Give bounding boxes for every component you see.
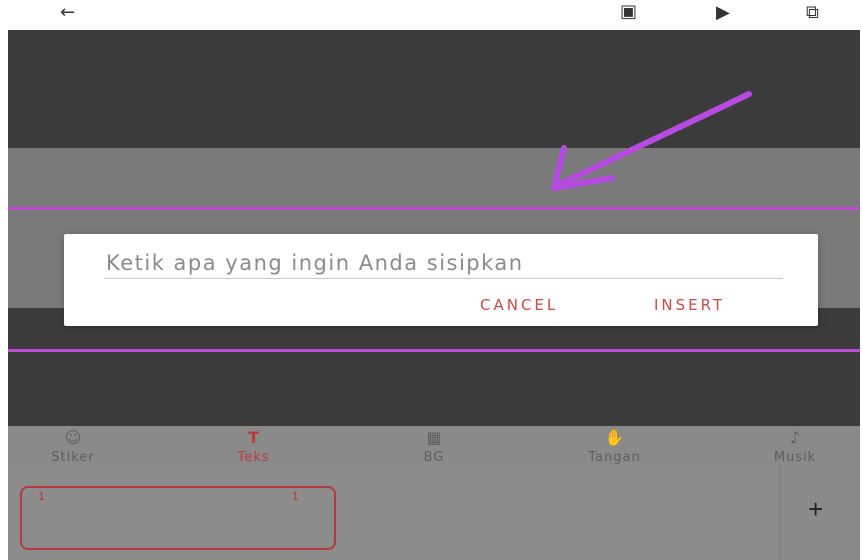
insert-text-dialog: CANCEL INSERT	[64, 234, 818, 326]
bottom-tab-bar: ☺ Stiker T Teks ▦ BG ✋ Tangan ♪ Musik	[8, 426, 860, 466]
save-icon[interactable]: ▣	[620, 3, 637, 21]
hand-icon: ✋	[604, 428, 625, 447]
cancel-button[interactable]: CANCEL	[480, 296, 558, 314]
tab-label: Teks	[237, 450, 270, 465]
tab-musik[interactable]: ♪ Musik	[730, 426, 860, 466]
tab-bg[interactable]: ▦ BG	[369, 426, 499, 466]
add-clip-button[interactable]: +	[808, 496, 823, 522]
clip-end-mark: 1	[292, 490, 299, 503]
image-icon: ▦	[426, 428, 442, 447]
text-icon: T	[248, 428, 259, 447]
tab-stiker[interactable]: ☺ Stiker	[8, 426, 138, 466]
tab-teks[interactable]: T Teks	[189, 426, 319, 466]
insert-button[interactable]: INSERT	[654, 296, 725, 314]
tab-label: Tangan	[588, 450, 641, 465]
app-frame: ← ▣ ▶ ⧉ CANCEL INSERT ☺ Stiker T Teks ▦ …	[8, 0, 860, 560]
pointer-arrow-icon	[551, 91, 752, 191]
tab-label: Stiker	[51, 450, 95, 465]
timeline-panel: 1 1 +	[8, 466, 860, 560]
tab-label: Musik	[773, 450, 817, 465]
clip-start-mark: 1	[38, 490, 45, 503]
music-note-icon: ♪	[789, 428, 801, 447]
guide-line-bottom	[8, 349, 860, 352]
insert-text-input[interactable]	[104, 248, 783, 279]
play-icon[interactable]: ▶	[716, 4, 730, 22]
guide-line-top	[8, 207, 860, 210]
top-toolbar: ← ▣ ▶ ⧉	[8, 0, 860, 30]
tab-label: BG	[423, 450, 445, 465]
sticker-icon: ☺	[64, 428, 82, 447]
back-arrow-icon[interactable]: ←	[60, 4, 75, 22]
text-clip[interactable]: 1 1	[20, 486, 336, 550]
share-icon[interactable]: ⧉	[806, 4, 819, 22]
timeline-side-panel: +	[779, 466, 860, 560]
tab-tangan[interactable]: ✋ Tangan	[550, 426, 680, 466]
